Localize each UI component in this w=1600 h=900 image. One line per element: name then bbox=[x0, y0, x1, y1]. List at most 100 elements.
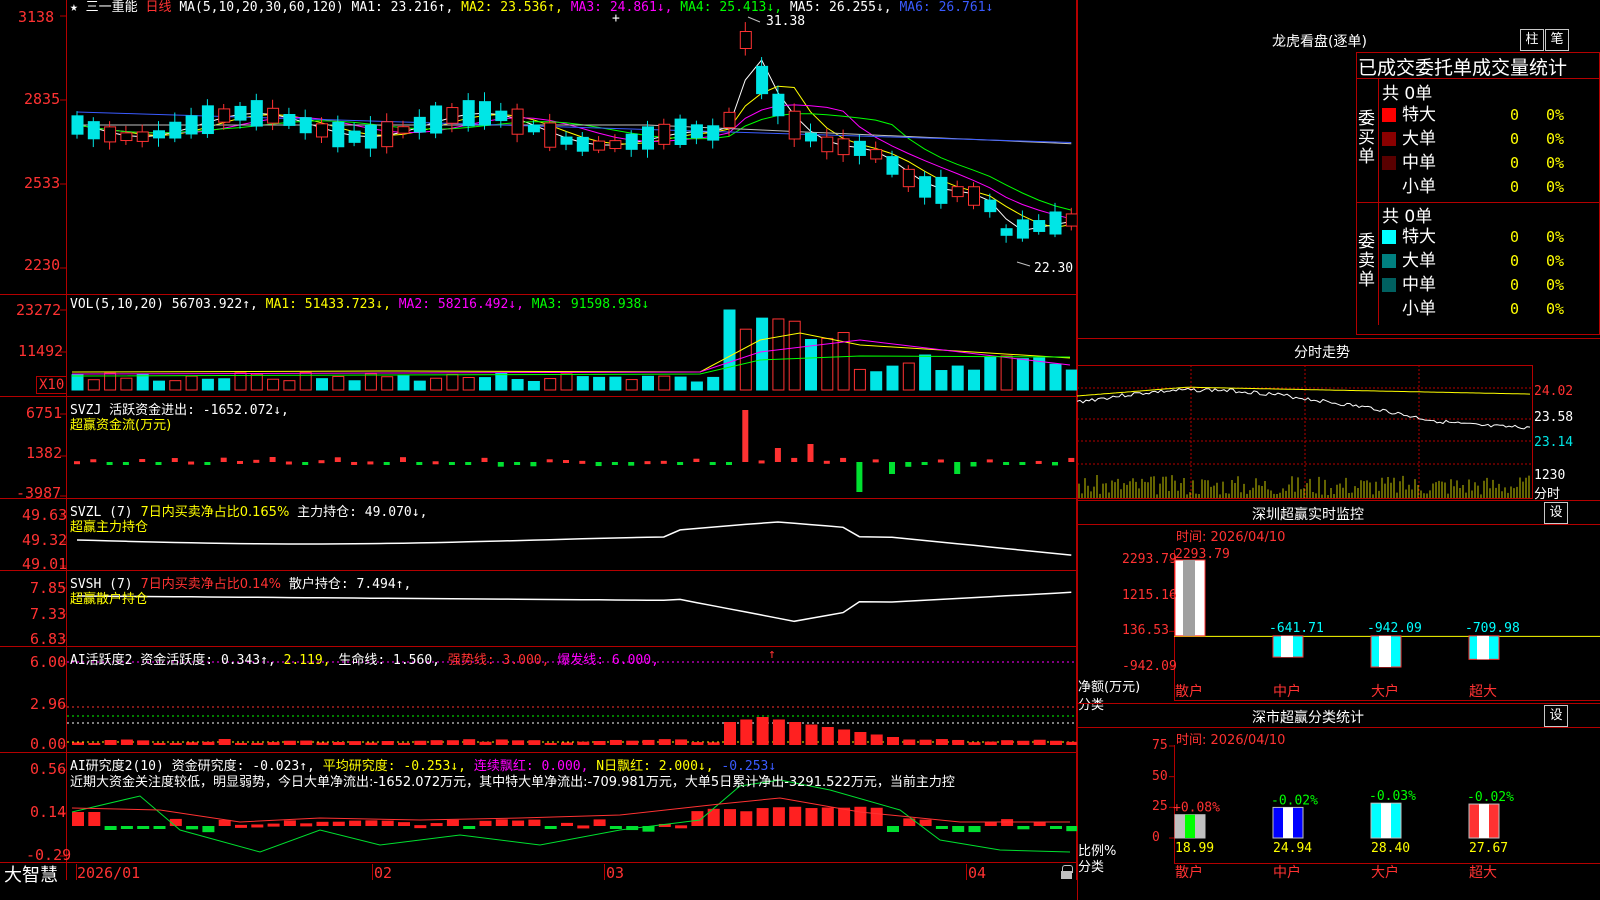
flow-bar bbox=[318, 460, 325, 464]
ai-research-bar bbox=[495, 819, 508, 826]
volume-bar bbox=[788, 320, 801, 391]
candle bbox=[723, 111, 736, 129]
sz-class-category-label: 大户 bbox=[1371, 864, 1399, 881]
ai-active-bar bbox=[675, 739, 688, 745]
ai-research-bar bbox=[1017, 826, 1030, 830]
ma-formula: MA(5,10,20,30,60,120) bbox=[179, 0, 344, 15]
ai-research-bar bbox=[724, 809, 736, 826]
lhb-buy-row-label: 特大 bbox=[1402, 105, 1436, 125]
sz-monitor-category-label: 中户 bbox=[1273, 683, 1301, 700]
svzl-axis-label: 49.63 bbox=[22, 506, 68, 524]
lhb-tabs[interactable]: 已成交委托单成交量统计 bbox=[1358, 53, 1600, 80]
ai-active-bar bbox=[984, 741, 997, 745]
flow-bar bbox=[1052, 462, 1058, 466]
lhb-sell-color-swatch bbox=[1382, 302, 1396, 316]
ai-strong-line: 强势线: 3.000, bbox=[447, 653, 550, 668]
volume-bar bbox=[951, 365, 964, 391]
candle bbox=[234, 105, 247, 121]
volume-bar bbox=[381, 376, 394, 391]
flow-bar bbox=[628, 462, 635, 466]
lhb-sell-row-pct: 0% bbox=[1546, 276, 1565, 294]
flow-bar bbox=[1003, 462, 1010, 465]
ai-active-bar bbox=[756, 717, 769, 745]
flow-bar bbox=[432, 461, 439, 465]
intraday-price-label: 23.14 bbox=[1534, 435, 1574, 450]
candle bbox=[185, 115, 198, 135]
flow-bar bbox=[90, 459, 97, 463]
ai-research-bar bbox=[544, 826, 557, 829]
date-axis-label: 04 bbox=[968, 864, 987, 882]
candle bbox=[951, 186, 964, 198]
volume-bar bbox=[642, 375, 654, 391]
sz-class-settings-button[interactable]: 设 bbox=[1544, 705, 1568, 727]
ai-active-bar bbox=[235, 742, 247, 745]
candle bbox=[756, 65, 769, 95]
volume-bar bbox=[446, 373, 459, 391]
candle bbox=[837, 138, 850, 156]
lhb-buy-row: 大单 0 0% bbox=[1382, 127, 1598, 151]
candle bbox=[364, 124, 377, 149]
ai-active-bar bbox=[561, 742, 573, 745]
period-label[interactable]: 日线 bbox=[146, 0, 172, 15]
lhb-tick-button[interactable]: 笔 bbox=[1545, 29, 1569, 51]
intraday-chart[interactable] bbox=[1077, 362, 1600, 500]
sz-class-value-label: 24.94 bbox=[1273, 841, 1312, 856]
flow-bar bbox=[334, 457, 341, 462]
ai-research-bar bbox=[381, 820, 394, 826]
ai-research-bar bbox=[935, 826, 948, 829]
volume-bar bbox=[1033, 357, 1046, 391]
candle bbox=[104, 126, 117, 143]
lhb-sell-row: 中单 0 0% bbox=[1382, 273, 1598, 297]
star-icon[interactable]: ★ bbox=[70, 0, 78, 15]
candle bbox=[821, 136, 834, 153]
ai-active-bar bbox=[544, 742, 557, 745]
lhb-buy-row: 中单 0 0% bbox=[1382, 151, 1598, 175]
intraday-avg-line bbox=[1077, 386, 1531, 397]
volume-bar bbox=[511, 379, 524, 391]
ai-research-bar bbox=[414, 825, 427, 829]
sz-class-value-label: 18.99 bbox=[1175, 841, 1214, 856]
ai-research-bar bbox=[968, 826, 981, 833]
ai-active-bar bbox=[789, 722, 802, 745]
volume-bar bbox=[1000, 355, 1013, 391]
flow-bar bbox=[611, 462, 618, 465]
candle bbox=[968, 186, 980, 206]
flow-bar bbox=[220, 457, 227, 462]
lhb-buy-label: 委买单 bbox=[1358, 109, 1375, 167]
volume-bar bbox=[902, 362, 915, 391]
sz-class-axis-label: 25 bbox=[1152, 799, 1168, 815]
flow-bar bbox=[758, 460, 765, 464]
lhb-sell-label: 委卖单 bbox=[1358, 232, 1375, 290]
volume-bar bbox=[1065, 369, 1077, 391]
lhb-buy-row-label: 大单 bbox=[1402, 129, 1436, 149]
sz-monitor-settings-button[interactable]: 设 bbox=[1544, 502, 1568, 524]
flow-bar bbox=[367, 461, 374, 465]
ai-active-bar bbox=[968, 742, 981, 745]
sz-class-axis-label: 50 bbox=[1152, 768, 1168, 784]
lhb-buy-row-pct: 0% bbox=[1546, 130, 1565, 148]
volume-bar bbox=[120, 377, 133, 391]
sz-class-bar-highlight bbox=[1479, 804, 1489, 838]
ai-active-bar bbox=[169, 742, 182, 745]
lhb-buy-row-label: 中单 bbox=[1402, 153, 1436, 173]
brand-logo[interactable]: 大智慧 bbox=[4, 861, 58, 887]
ai-research-bar bbox=[120, 826, 133, 829]
lhb-sell-row: 大单 0 0% bbox=[1382, 249, 1598, 273]
volume-header: VOL(5,10,20) 56703.922↑, MA1: 51433.723↓… bbox=[70, 297, 649, 313]
flow-bar bbox=[204, 462, 211, 465]
lhb-bar-button[interactable]: 柱 bbox=[1520, 29, 1544, 51]
ai-active-bar bbox=[104, 740, 117, 745]
candle bbox=[430, 105, 443, 134]
flow-bar bbox=[171, 458, 178, 462]
lhb-sell-row-label: 中单 bbox=[1402, 275, 1436, 295]
volume-bar bbox=[527, 380, 540, 391]
flow-bar bbox=[106, 462, 113, 465]
sz-monitor-axis-label: 1215.16 bbox=[1122, 587, 1177, 603]
ai-research-bar bbox=[609, 826, 622, 829]
lhb-buy-row: 特大 0 0% bbox=[1382, 103, 1598, 127]
ma6-value: MA6: 26.761↓ bbox=[899, 0, 994, 15]
candle bbox=[283, 114, 296, 126]
sz-monitor-bar-label: -709.98 bbox=[1465, 621, 1520, 636]
stock-name[interactable]: 三一重能 bbox=[86, 0, 138, 15]
ai-research-bar bbox=[463, 826, 476, 829]
